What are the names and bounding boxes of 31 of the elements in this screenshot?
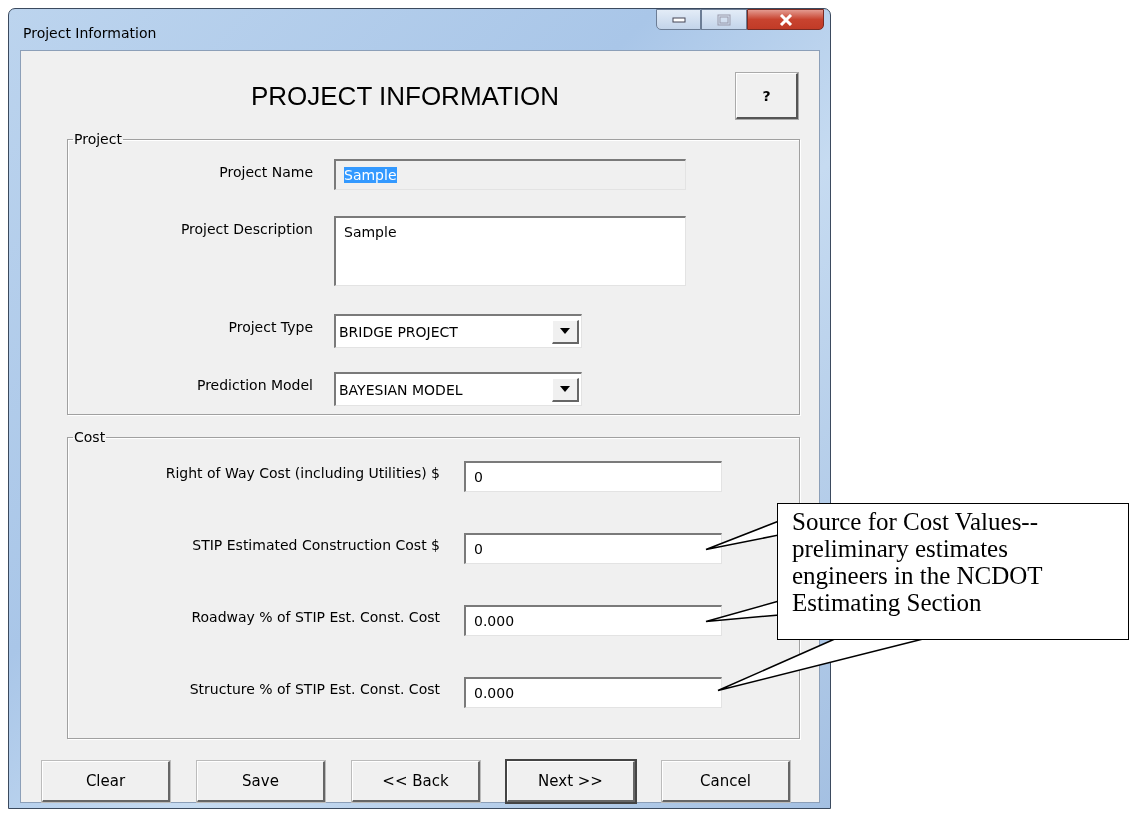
maximize-button[interactable] bbox=[701, 9, 747, 30]
dialog-button[interactable]: << Back bbox=[352, 761, 480, 802]
dialog-button[interactable]: Cancel bbox=[662, 761, 790, 802]
dialog-button[interactable]: Clear bbox=[42, 761, 170, 802]
help-button[interactable]: ? bbox=[736, 73, 798, 119]
field-label: STIP Estimated Construction Cost $ bbox=[191, 537, 440, 553]
dropdown[interactable]: BRIDGE PROJECT bbox=[334, 314, 582, 348]
field-label: Roadway % of STIP Est. Const. Cost bbox=[190, 609, 440, 625]
dialog-button[interactable]: Next >> bbox=[507, 761, 635, 802]
field-label: Project Type bbox=[227, 319, 313, 335]
input-field[interactable]: 0 bbox=[464, 461, 722, 492]
dropdown-value: BRIDGE PROJECT bbox=[339, 323, 458, 340]
dialog-heading: PROJECT INFORMATION bbox=[250, 81, 560, 113]
dialog-button[interactable]: Save bbox=[197, 761, 325, 802]
maximize-icon bbox=[717, 13, 731, 26]
dropdown[interactable]: BAYESIAN MODEL bbox=[334, 372, 582, 406]
field-label: Project Description bbox=[179, 221, 313, 237]
group-legend: Cost bbox=[73, 429, 107, 445]
window-title: Project Information bbox=[23, 25, 157, 41]
field-label: Project Name bbox=[218, 164, 313, 180]
dropdown-value: BAYESIAN MODEL bbox=[339, 381, 463, 398]
minimize-button[interactable] bbox=[656, 9, 701, 30]
minimize-icon bbox=[671, 15, 686, 24]
field-label: Right of Way Cost (including Utilities) $ bbox=[164, 465, 440, 481]
close-button[interactable] bbox=[747, 9, 824, 30]
input-field[interactable]: 0.000 bbox=[464, 677, 722, 708]
field-label: Prediction Model bbox=[195, 377, 313, 393]
field-label: Structure % of STIP Est. Const. Cost bbox=[188, 681, 440, 697]
text-area[interactable]: Sample bbox=[334, 216, 686, 286]
group-legend: Project bbox=[73, 131, 123, 147]
close-icon bbox=[777, 13, 794, 26]
